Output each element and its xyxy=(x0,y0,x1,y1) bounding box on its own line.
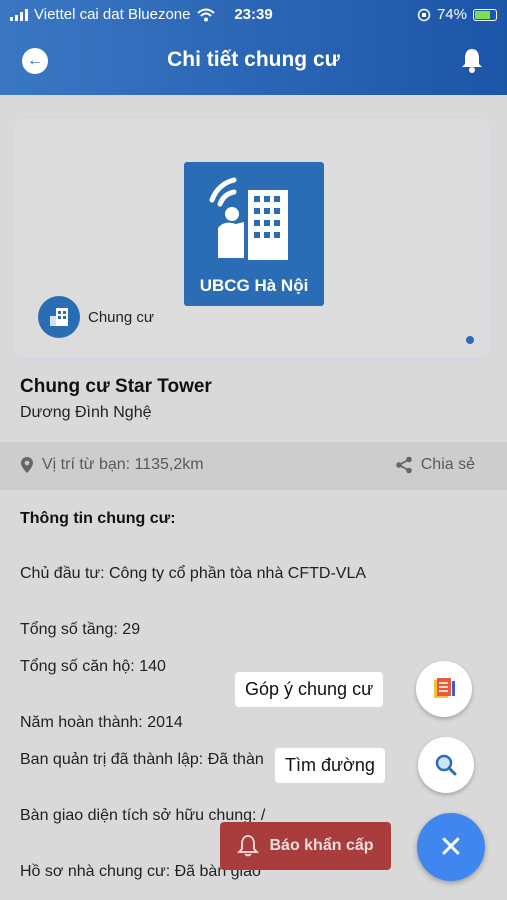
category-label: Chung cư xyxy=(88,308,154,326)
directions-label[interactable]: Tìm đường xyxy=(275,747,385,783)
distance-info: Vị trí từ bạn: 1135,2km xyxy=(20,456,204,474)
info-management-board: Ban quản trị đã thành lập: Đã thàn xyxy=(20,751,264,768)
carousel-indicator[interactable] xyxy=(466,336,474,344)
directions-action[interactable]: Tìm đường xyxy=(275,737,474,793)
bell-icon xyxy=(237,835,260,857)
info-investor: Chủ đầu tư: Công ty cổ phần tòa nhà CFTD… xyxy=(20,565,367,582)
building-name: Chung cư Star Tower xyxy=(20,376,212,397)
location-bar: Vị trí từ bạn: 1135,2km Chia sẻ xyxy=(0,442,507,490)
page-title: Chi tiết chung cư xyxy=(167,48,340,71)
directions-button[interactable] xyxy=(417,737,474,793)
category-tag: Chung cư xyxy=(38,296,154,338)
app-header: Viettel cai dat Bluezone 23:39 74% ← Chi… xyxy=(0,0,507,95)
logo-text: UBCG Hà Nội xyxy=(199,276,309,295)
building-street: Dương Đình Nghệ xyxy=(20,404,152,421)
info-completion-year: Năm hoàn thành: 2014 xyxy=(20,714,183,731)
notification-bell-icon[interactable] xyxy=(459,46,485,74)
close-icon: ✕ xyxy=(438,830,464,864)
share-label: Chia sẻ xyxy=(420,456,475,473)
close-fab-button[interactable]: ✕ xyxy=(417,813,485,881)
share-button[interactable]: Chia sẻ xyxy=(395,456,475,474)
status-bar: Viettel cai dat Bluezone 23:39 74% xyxy=(0,0,507,30)
battery-icon xyxy=(473,8,497,21)
feedback-button[interactable] xyxy=(416,661,473,717)
distance-text: Vị trí từ bạn: 1135,2km xyxy=(42,456,204,473)
ubcg-logo: UBCG Hà Nội xyxy=(184,162,324,306)
orientation-lock-icon xyxy=(417,8,431,21)
emergency-report-button[interactable]: Báo khẩn cấp xyxy=(220,822,391,870)
building-signal-icon xyxy=(209,177,288,260)
info-units: Tổng số căn hộ: 140 xyxy=(20,658,166,675)
battery-percent: 74% xyxy=(436,6,467,23)
feedback-action[interactable]: Góp ý chung cư xyxy=(235,661,473,717)
apartment-icon xyxy=(38,296,80,338)
map-pin-icon xyxy=(21,457,33,473)
document-edit-icon xyxy=(434,678,456,698)
feedback-label[interactable]: Góp ý chung cư xyxy=(235,671,384,707)
emergency-label: Báo khẩn cấp xyxy=(269,837,374,854)
info-floors: Tổng số tầng: 29 xyxy=(20,621,141,638)
search-icon xyxy=(435,754,457,776)
info-title: Thông tin chung cư: xyxy=(20,510,176,527)
building-card: UBCG Hà Nội Chung cư xyxy=(14,118,490,358)
share-icon xyxy=(395,456,412,474)
